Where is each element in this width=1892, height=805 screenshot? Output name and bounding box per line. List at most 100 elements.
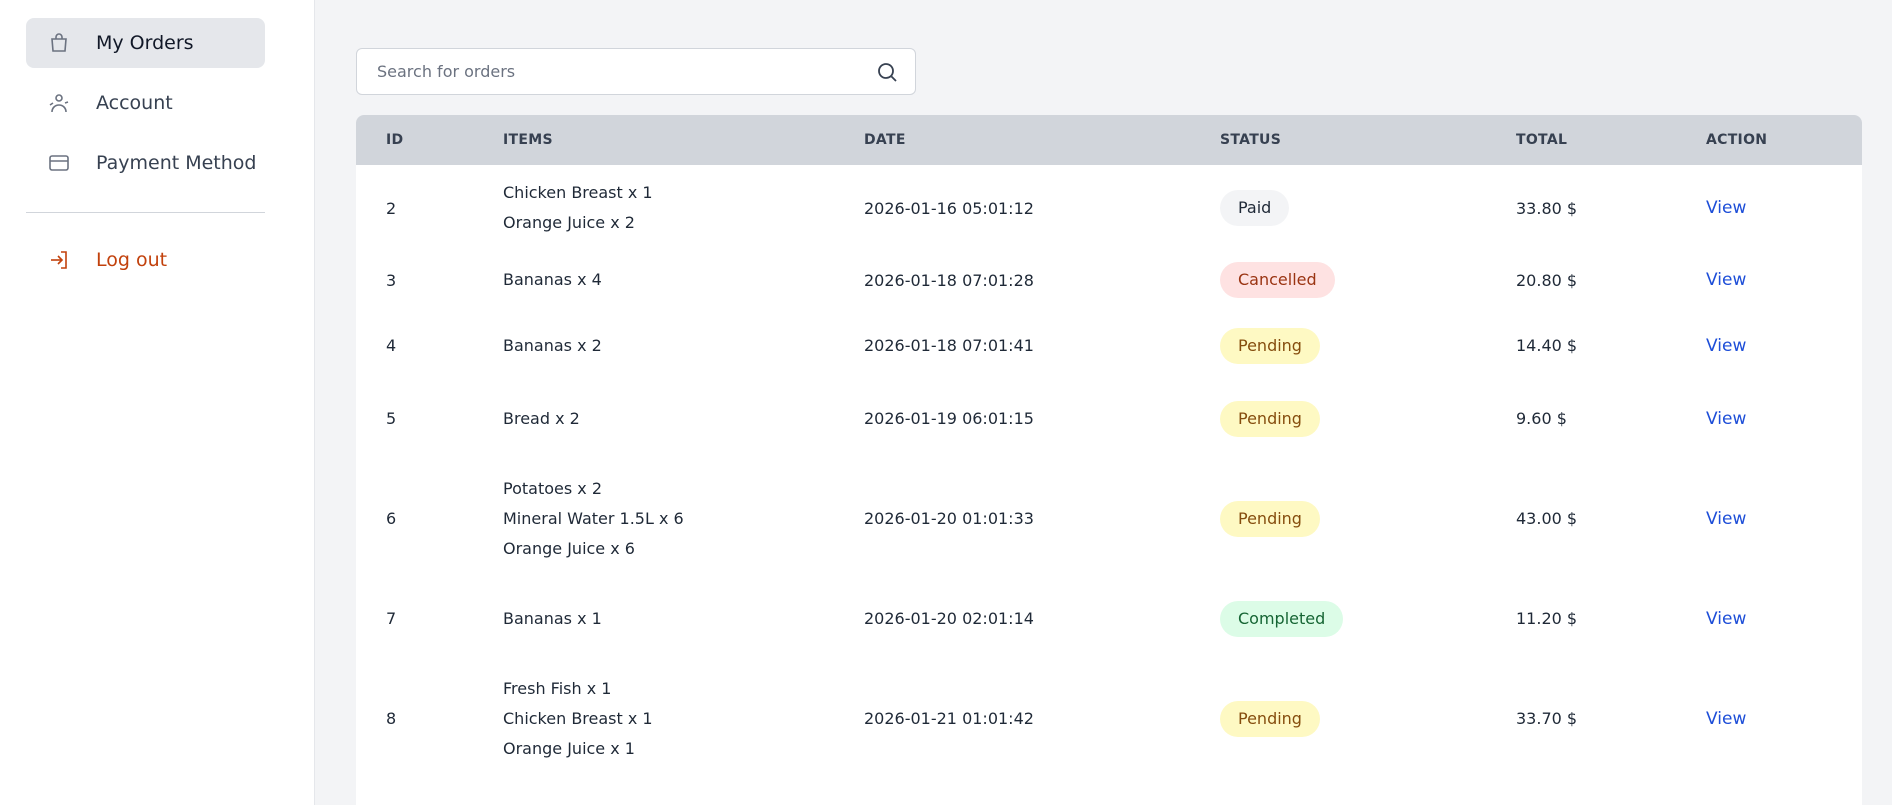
column-header-id: ID [356, 115, 473, 165]
user-icon [46, 90, 72, 116]
status-badge: Pending [1220, 500, 1320, 537]
view-order-link[interactable]: View [1706, 509, 1746, 529]
order-item-line: Bananas x 1 [503, 608, 602, 628]
view-order-link[interactable]: View [1706, 270, 1746, 290]
order-action-cell: View [1676, 309, 1862, 382]
search-bar [356, 48, 916, 95]
order-item-line: Bananas x 4 [503, 270, 602, 289]
view-order-link[interactable]: View [1706, 198, 1746, 218]
order-total-cell: 20.80 $ [1516, 270, 1578, 290]
order-items-cell: Chicken Breast x 1 Orange Juice x 2 [473, 165, 834, 251]
order-action-cell: View [1676, 582, 1862, 655]
order-items-cell: Bread x 2 [473, 382, 834, 455]
sidebar-divider [26, 212, 265, 213]
status-badge: Completed [1220, 600, 1344, 637]
sidebar-item-label: Account [96, 92, 173, 114]
order-items-cell: Bananas x 1 [473, 582, 834, 655]
view-order-link[interactable]: View [1706, 336, 1746, 356]
order-status-cell: Pending [1190, 382, 1486, 455]
sidebar-item-label: Payment Method [96, 152, 257, 174]
order-items-cell: Fresh Fish x 1 Chicken Breast x 1 Orange J… [473, 655, 834, 782]
order-id-cell: 4 [386, 336, 397, 355]
order-item-line: Orange Juice x 6 [503, 538, 635, 558]
order-action-cell: View [1676, 455, 1862, 582]
order-status-cell: Cancelled [1190, 251, 1486, 309]
table-row: 5 Bread x 2 2026-01-19 06:01:15 Pending 9.60… [356, 382, 1862, 455]
order-id-cell: 7 [386, 609, 397, 628]
sidebar-item-payment-method[interactable]: Payment Method [26, 138, 265, 188]
search-icon[interactable] [873, 58, 901, 86]
order-action-cell: View [1676, 382, 1862, 455]
order-status-cell: Pending [1190, 455, 1486, 582]
status-badge: Pending [1220, 700, 1320, 737]
order-id-cell: 2 [386, 198, 397, 218]
order-items-cell: Bananas x 2 [473, 309, 834, 382]
order-item-line: Potatoes x 2 [503, 478, 603, 498]
order-action-cell: View [1676, 165, 1862, 251]
view-order-link[interactable]: View [1706, 409, 1746, 429]
column-header-status: STATUS [1190, 115, 1486, 165]
order-date-cell: 2026-01-18 07:01:28 [864, 270, 1034, 290]
order-item-line: Bananas x 2 [503, 335, 602, 355]
status-badge: Paid [1220, 190, 1290, 226]
orders-table-container: ID ITEMS DATE STATUS TOTAL ACTION 2 Chick… [356, 115, 1862, 805]
order-action-cell: View [1676, 655, 1862, 782]
orders-table-body: 2 Chicken Breast x 1 Orange Juice x 2 2026-… [356, 165, 1862, 782]
order-status-cell: Pending [1190, 655, 1486, 782]
order-item-line: Orange Juice x 2 [503, 213, 635, 232]
sidebar-item-label: My Orders [96, 32, 194, 54]
order-item-line: Bread x 2 [503, 408, 580, 428]
column-header-total: TOTAL [1486, 115, 1676, 165]
credit-card-icon [46, 150, 72, 176]
table-row: 2 Chicken Breast x 1 Orange Juice x 2 2026-… [356, 165, 1862, 251]
status-badge: Pending [1220, 327, 1320, 364]
order-item-line: Fresh Fish x 1 [503, 678, 612, 698]
order-status-cell: Pending [1190, 309, 1486, 382]
order-id-cell: 6 [386, 509, 397, 528]
search-input[interactable] [357, 49, 873, 94]
order-id-cell: 5 [386, 409, 397, 428]
order-id-cell: 8 [386, 709, 397, 728]
order-item-line: Chicken Breast x 1 [503, 708, 653, 728]
order-items-cell: Bananas x 4 [473, 251, 834, 309]
order-total-cell: 14.40 $ [1516, 336, 1578, 355]
column-header-action: ACTION [1676, 115, 1862, 165]
order-id-cell: 3 [386, 270, 397, 290]
order-items-cell: Potatoes x 2 Mineral Water 1.5L x 6 Orange… [473, 455, 834, 582]
order-item-line: Chicken Breast x 1 [503, 183, 653, 202]
order-total-cell: 9.60 $ [1516, 409, 1567, 428]
order-item-line: Orange Juice x 1 [503, 738, 635, 758]
sidebar-item-my-orders[interactable]: My Orders [26, 18, 265, 68]
order-total-cell: 33.80 $ [1516, 198, 1578, 218]
table-header-row: ID ITEMS DATE STATUS TOTAL ACTION [356, 115, 1862, 165]
order-status-cell: Paid [1190, 165, 1486, 251]
order-status-cell: Completed [1190, 582, 1486, 655]
order-date-cell: 2026-01-20 02:01:14 [864, 609, 1034, 628]
logout-icon [46, 247, 72, 273]
order-action-cell: View [1676, 251, 1862, 309]
sidebar: My Orders Account Payment Method Log out [0, 0, 315, 805]
table-row: 3 Bananas x 4 2026-01-18 07:01:28 Cancelled… [356, 251, 1862, 309]
order-date-cell: 2026-01-20 01:01:33 [864, 509, 1034, 528]
status-badge: Pending [1220, 400, 1320, 437]
order-total-cell: 33.70 $ [1516, 709, 1578, 728]
table-row: 8 Fresh Fish x 1 Chicken Breast x 1 Orange … [356, 655, 1862, 782]
orders-table: ID ITEMS DATE STATUS TOTAL ACTION 2 Chick… [356, 115, 1862, 782]
column-header-items: ITEMS [473, 115, 834, 165]
order-date-cell: 2026-01-18 07:01:41 [864, 336, 1034, 355]
view-order-link[interactable]: View [1706, 709, 1746, 729]
view-order-link[interactable]: View [1706, 609, 1746, 629]
order-date-cell: 2026-01-19 06:01:15 [864, 409, 1034, 428]
order-date-cell: 2026-01-21 01:01:42 [864, 709, 1034, 728]
table-row: 7 Bananas x 1 2026-01-20 02:01:14 Completed… [356, 582, 1862, 655]
status-badge: Cancelled [1220, 262, 1335, 298]
table-row: 6 Potatoes x 2 Mineral Water 1.5L x 6 Orang… [356, 455, 1862, 582]
sidebar-item-account[interactable]: Account [26, 78, 265, 128]
order-item-line: Mineral Water 1.5L x 6 [503, 508, 684, 528]
table-row: 4 Bananas x 2 2026-01-18 07:01:41 Pending 14… [356, 309, 1862, 382]
logout-button[interactable]: Log out [26, 235, 265, 285]
logout-label: Log out [96, 249, 168, 271]
order-total-cell: 11.20 $ [1516, 609, 1578, 628]
shopping-bag-icon [46, 30, 72, 56]
order-date-cell: 2026-01-16 05:01:12 [864, 198, 1034, 218]
